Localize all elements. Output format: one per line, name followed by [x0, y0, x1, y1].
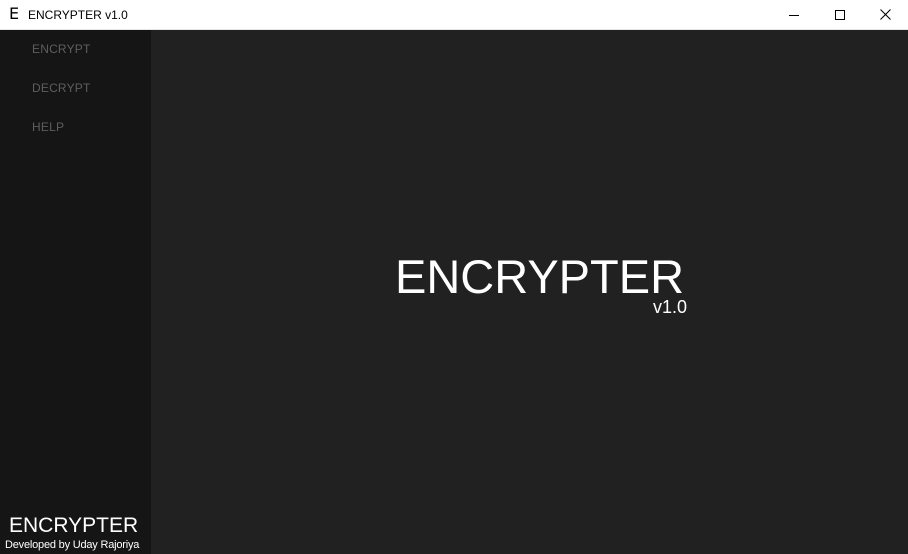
window-title: ENCRYPTER v1.0: [28, 8, 128, 22]
title-bar[interactable]: E ENCRYPTER v1.0: [0, 0, 908, 30]
sidebar-item-encrypt[interactable]: ENCRYPT: [32, 42, 91, 56]
hero-title: ENCRYPTER: [395, 250, 685, 303]
sidebar-item-help[interactable]: HELP: [32, 120, 64, 134]
close-button[interactable]: [862, 0, 908, 29]
sidebar-brand: ENCRYPTER: [9, 514, 139, 537]
minimize-icon: [789, 14, 799, 16]
version-label: v1.0: [653, 297, 688, 317]
app-icon: E: [9, 4, 20, 23]
maximize-button[interactable]: [817, 0, 863, 29]
sidebar-item-decrypt[interactable]: DECRYPT: [32, 81, 91, 95]
close-icon: [879, 9, 891, 20]
main-panel: ENCRYPTER v1.0: [151, 30, 908, 554]
app-window: E ENCRYPTER v1.0 ENCRYPT DECRYPT HELP EN…: [0, 0, 908, 554]
sidebar: ENCRYPT DECRYPT HELP ENCRYPTER Developed…: [0, 30, 151, 554]
developer-credit: Developed by Uday Rajoriya: [5, 539, 140, 551]
minimize-button[interactable]: [771, 0, 817, 29]
maximize-icon: [835, 9, 845, 20]
